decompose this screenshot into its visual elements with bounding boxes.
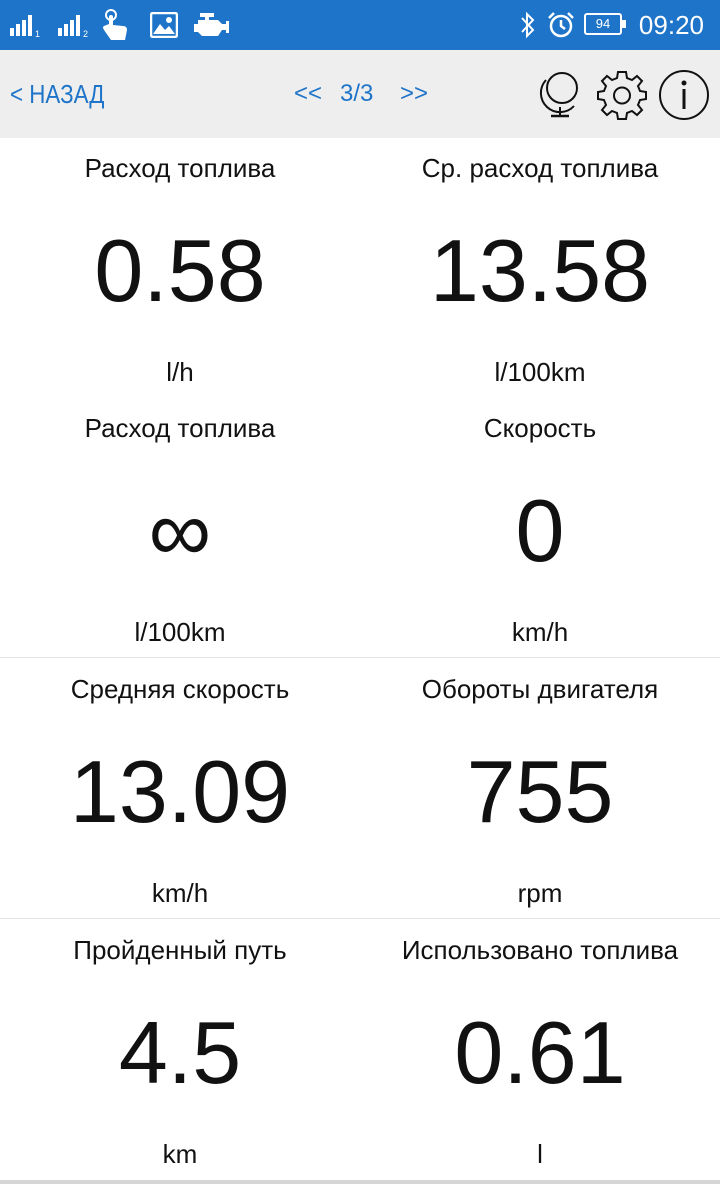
gauge-title: Использовано топлива	[401, 935, 679, 965]
gauge-unit: l/100km	[134, 617, 226, 647]
gauge-value: 4.5	[118, 1003, 242, 1102]
gauge-average-speed[interactable]: Средняя скорость 13.09 km/h	[0, 659, 360, 919]
toolbar: < НАЗАД << 3/3 >>	[0, 50, 720, 138]
gauge-fuel-consumption-hourly[interactable]: Расход топлива 0.58 l/h	[0, 138, 360, 398]
gauge-value: 13.58	[429, 221, 651, 320]
page-indicator: 3/3	[340, 80, 374, 107]
signal-sim2-icon: 2	[58, 15, 88, 38]
status-bar: 1 2 94 09:20	[0, 0, 720, 50]
gauge-unit: l	[537, 1139, 543, 1169]
prev-page-button[interactable]: <<	[294, 78, 322, 110]
gauge-row: Средняя скорость 13.09 km/h Обороты двиг…	[0, 659, 720, 919]
gauge-row: Расход топлива 0.58 l/h Ср. расход топли…	[0, 138, 720, 398]
gauge-title: Расход топлива	[84, 153, 276, 183]
gauge-unit: km/h	[151, 878, 209, 908]
gauge-value: 0.58	[94, 221, 266, 320]
gauge-speed[interactable]: Скорость 0 km/h	[360, 398, 720, 658]
gauge-title: Скорость	[483, 413, 597, 443]
gear-icon[interactable]	[595, 68, 649, 122]
image-notification-icon	[150, 12, 178, 38]
gauge-row: Расход топлива ∞ l/100km Скорость 0 km/h	[0, 398, 720, 658]
signal-sim1-icon: 1	[10, 15, 40, 38]
car-engine-icon	[194, 13, 229, 36]
alarm-clock-icon	[548, 12, 574, 38]
gauge-title: Обороты двигателя	[421, 674, 659, 704]
battery-icon: 94	[584, 13, 626, 35]
battery-level: 94	[595, 16, 611, 31]
gauge-title: Ср. расход топлива	[421, 153, 659, 183]
bottom-edge	[0, 1180, 720, 1184]
gauge-value: 13.09	[69, 742, 291, 841]
gauge-grid: Расход топлива 0.58 l/h Ср. расход топли…	[0, 138, 720, 1180]
touch-hand-icon	[103, 9, 127, 40]
gauge-value: 0.61	[454, 1003, 626, 1102]
status-time: 09:20	[638, 10, 704, 40]
gauge-value: 0	[515, 481, 565, 580]
gauge-fuel-used[interactable]: Использовано топлива 0.61 l	[360, 920, 720, 1180]
gauge-title: Расход топлива	[84, 413, 276, 443]
gauge-engine-rpm[interactable]: Обороты двигателя 755 rpm	[360, 659, 720, 919]
gauge-unit: rpm	[517, 878, 563, 908]
gauge-unit: l/h	[166, 357, 194, 387]
gauge-title: Средняя скорость	[70, 674, 290, 704]
bluetooth-icon	[521, 11, 535, 39]
back-button[interactable]: < НАЗАД	[10, 78, 104, 110]
gauge-fuel-consumption-distance[interactable]: Расход топлива ∞ l/100km	[0, 398, 360, 658]
page-navigation: << 3/3 >>	[288, 78, 434, 112]
gauge-value: 755	[466, 742, 614, 841]
sim1-label: 1	[35, 29, 40, 38]
info-icon[interactable]	[657, 68, 711, 122]
sim2-label: 2	[83, 29, 88, 38]
gauge-title: Пройденный путь	[73, 935, 287, 965]
gauge-unit: l/100km	[494, 357, 586, 387]
gauge-row: Пройденный путь 4.5 km Использовано топл…	[0, 920, 720, 1180]
globe-icon[interactable]	[534, 68, 588, 122]
gauge-average-fuel-consumption[interactable]: Ср. расход топлива 13.58 l/100km	[360, 138, 720, 398]
next-page-button[interactable]: >>	[400, 78, 428, 110]
gauge-distance-travelled[interactable]: Пройденный путь 4.5 km	[0, 920, 360, 1180]
gauge-unit: km	[162, 1139, 198, 1169]
gauge-value: ∞	[148, 481, 212, 580]
gauge-unit: km/h	[511, 617, 569, 647]
